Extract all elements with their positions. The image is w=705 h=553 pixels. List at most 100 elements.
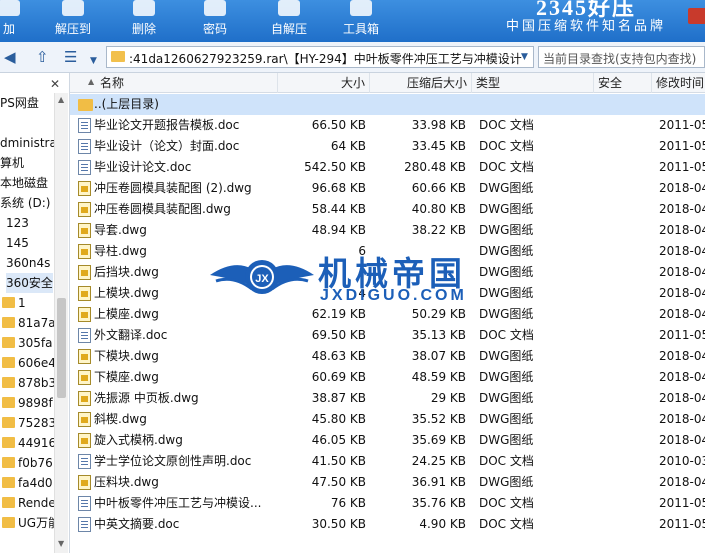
- sidebar-item-label: 360n4s: [6, 256, 51, 270]
- sidebar-item[interactable]: 606e4: [2, 353, 56, 373]
- dwg-file-icon: [78, 370, 91, 385]
- file-row[interactable]: 旋入式模柄.dwg 46.05 KB 35.69 KB DWG图纸 2018-04: [70, 430, 705, 451]
- sidebar-item[interactable]: 75283: [2, 413, 56, 433]
- brand-logo: 2345好压: [536, 0, 637, 20]
- file-name: 毕业论文开题报告模板.doc: [94, 118, 240, 132]
- file-row[interactable]: 压料块.dwg 47.50 KB 36.91 KB DWG图纸 2018-04: [70, 472, 705, 493]
- sidebar-item[interactable]: 123: [6, 213, 29, 233]
- sidebar-item[interactable]: 360安全: [6, 273, 53, 293]
- file-modified: 2018-04: [659, 286, 705, 300]
- sidebar-item-label: 145: [6, 236, 29, 250]
- dwg-file-icon: [78, 433, 91, 448]
- folder-icon: [2, 397, 15, 408]
- file-modified: 2018-04: [659, 475, 705, 489]
- sidebar-item[interactable]: f0b76: [2, 453, 53, 473]
- column-type[interactable]: 类型: [472, 73, 594, 93]
- sidebar-item[interactable]: 305fa: [2, 333, 52, 353]
- file-row[interactable]: 中英文摘要.doc 30.50 KB 4.90 KB DOC 文档 2011-05: [70, 514, 705, 535]
- file-row[interactable]: 冲压卷圆模具装配图 (2).dwg 96.68 KB 60.66 KB DWG图纸 20…: [70, 178, 705, 199]
- file-modified: 2011-05: [659, 139, 705, 153]
- file-name: 毕业设计（论文）封面.doc: [94, 139, 240, 153]
- scroll-up-icon[interactable]: ▲: [58, 95, 64, 104]
- file-row[interactable]: 斜楔.dwg 45.80 KB 35.52 KB DWG图纸 2018-04: [70, 409, 705, 430]
- file-type: DWG图纸: [479, 475, 534, 489]
- sidebar-item[interactable]: 360n4s: [6, 253, 50, 273]
- file-modified: 2018-04: [659, 349, 705, 363]
- scroll-thumb[interactable]: [57, 298, 66, 398]
- file-modified: 2018-04: [659, 202, 705, 216]
- close-icon[interactable]: ✕: [50, 77, 60, 91]
- toolbox-button[interactable]: 工具箱: [338, 0, 384, 42]
- file-row[interactable]: 冲压卷圆模具装配图.dwg 58.44 KB 40.80 KB DWG图纸 2018-0…: [70, 199, 705, 220]
- sidebar-item[interactable]: dministrat: [0, 133, 62, 153]
- sidebar-item-label: 360安全: [6, 276, 53, 290]
- address-path-input[interactable]: :41da1260627923259.rar\【HY-294】中叶板零件冲压工艺…: [106, 46, 534, 68]
- sidebar-item[interactable]: Render: [2, 493, 61, 513]
- column-size[interactable]: 大小: [278, 73, 370, 93]
- file-size: 38.87 KB: [311, 391, 366, 405]
- column-modified[interactable]: 修改时间: [652, 73, 705, 93]
- column-security[interactable]: 安全: [594, 73, 652, 93]
- file-row[interactable]: 冼振源 中页板.dwg 38.87 KB 29 KB DWG图纸 2018-04: [70, 388, 705, 409]
- sidebar-item[interactable]: 878b3: [2, 373, 56, 393]
- column-packed-size[interactable]: 压缩后大小: [370, 73, 472, 93]
- sidebar-item[interactable]: 44916: [2, 433, 56, 453]
- folder-icon: [2, 437, 15, 448]
- sidebar-item[interactable]: PS网盘: [0, 93, 39, 113]
- file-type: DOC 文档: [479, 139, 534, 153]
- up-folder-icon[interactable]: ⇧: [36, 49, 49, 66]
- sidebar-item-label: PS网盘: [0, 96, 39, 110]
- sidebar-item[interactable]: fa4d0: [2, 473, 52, 493]
- watermark-emblem-letters: JX: [255, 273, 269, 285]
- file-packed-size: 36.91 KB: [411, 475, 466, 489]
- file-type: DWG图纸: [479, 349, 534, 363]
- file-row[interactable]: 外文翻译.doc 69.50 KB 35.13 KB DOC 文档 2011-05: [70, 325, 705, 346]
- file-type: DWG图纸: [479, 181, 534, 195]
- sidebar-scrollbar[interactable]: ▲ ▼: [54, 93, 68, 553]
- sidebar-item[interactable]: 系统 (D:): [0, 193, 50, 213]
- file-name: 毕业设计论文.doc: [94, 160, 192, 174]
- delete-button[interactable]: 删除: [126, 0, 162, 42]
- chevron-down-icon[interactable]: ▼: [521, 52, 528, 62]
- file-row[interactable]: 毕业设计论文.doc 542.50 KB 280.48 KB DOC 文档 2011-0…: [70, 157, 705, 178]
- search-input[interactable]: 当前目录查找(支持包内查找): [538, 46, 705, 68]
- extract-to-button[interactable]: 解压到: [50, 0, 96, 42]
- sidebar-item[interactable]: 算机: [0, 153, 24, 173]
- view-dropdown-icon[interactable]: ▼: [90, 53, 97, 70]
- window-control-button[interactable]: [688, 8, 705, 24]
- sidebar-item[interactable]: 145: [6, 233, 29, 253]
- folder-icon: [111, 51, 125, 62]
- watermark-emblem-icon: JX: [210, 260, 314, 294]
- file-row[interactable]: 下模块.dwg 48.63 KB 38.07 KB DWG图纸 2018-04: [70, 346, 705, 367]
- view-list-icon[interactable]: ☰: [64, 49, 77, 66]
- parent-directory-row[interactable]: ..(上层目录): [70, 94, 705, 115]
- sidebar-item[interactable]: 9898f: [2, 393, 53, 413]
- file-size: 66.50 KB: [311, 118, 366, 132]
- sidebar-item[interactable]: 1: [2, 293, 26, 313]
- file-row[interactable]: 导套.dwg 48.94 KB 38.22 KB DWG图纸 2018-04: [70, 220, 705, 241]
- sidebar-item[interactable]: 81a7a: [2, 313, 56, 333]
- file-packed-size: 33.98 KB: [411, 118, 466, 132]
- file-row[interactable]: 中叶板零件冲压工艺与冲模设... 76 KB 35.76 KB DOC 文档 2011-…: [70, 493, 705, 514]
- sidebar-item[interactable]: UG万能: [2, 513, 60, 533]
- file-name: 导套.dwg: [94, 223, 147, 237]
- file-row[interactable]: 下模座.dwg 60.69 KB 48.59 KB DWG图纸 2018-04: [70, 367, 705, 388]
- file-packed-size: 35.52 KB: [411, 412, 466, 426]
- password-icon: [204, 0, 226, 16]
- sidebar-item[interactable]: 本地磁盘: [0, 173, 48, 193]
- file-row[interactable]: 毕业设计（论文）封面.doc 64 KB 33.45 KB DOC 文档 2011-05: [70, 136, 705, 157]
- scroll-down-icon[interactable]: ▼: [58, 539, 64, 548]
- self-extract-button[interactable]: 自解压: [266, 0, 312, 42]
- file-size: 47.50 KB: [311, 475, 366, 489]
- parent-directory-label: ..(上层目录): [94, 97, 159, 111]
- add-button[interactable]: 加: [0, 0, 24, 42]
- back-icon[interactable]: ◀: [4, 49, 16, 66]
- file-row[interactable]: 学士学位论文原创性声明.doc 41.50 KB 24.25 KB DOC 文档 201…: [70, 451, 705, 472]
- add-icon: [0, 0, 20, 16]
- file-modified: 2018-04: [659, 223, 705, 237]
- folder-icon: [2, 457, 15, 468]
- file-name: 压料块.dwg: [94, 475, 159, 489]
- password-button[interactable]: 密码: [197, 0, 233, 42]
- column-name[interactable]: 名称: [96, 73, 278, 93]
- file-row[interactable]: 毕业论文开题报告模板.doc 66.50 KB 33.98 KB DOC 文档 2011…: [70, 115, 705, 136]
